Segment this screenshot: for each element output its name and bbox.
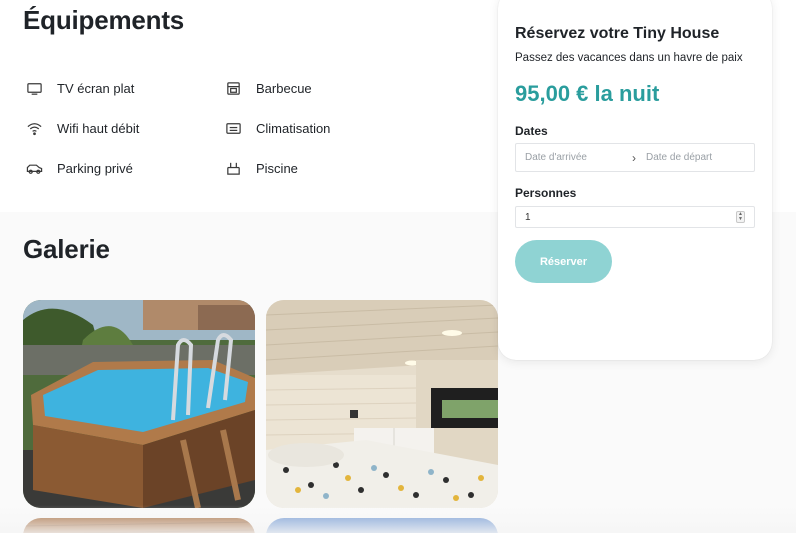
equipment-title: Équipements xyxy=(23,5,185,35)
pool-photo[interactable] xyxy=(23,300,255,508)
amenity-climatisation: Climatisation xyxy=(224,118,330,138)
amenity-piscine: Piscine xyxy=(224,158,298,178)
barbecue-icon xyxy=(224,79,242,97)
amenity-label: Barbecue xyxy=(256,80,312,96)
persons-input[interactable]: 1 ▲ ▼ xyxy=(515,206,755,228)
amenity-wifi: Wifi haut débit xyxy=(25,118,139,138)
amenity-parking: Parking privé xyxy=(25,158,133,178)
date-range-picker[interactable]: Date d'arrivée › Date de départ xyxy=(515,143,755,172)
booking-title: Réservez votre Tiny House xyxy=(515,25,720,42)
pool-icon xyxy=(224,159,242,177)
amenity-label: TV écran plat xyxy=(57,80,135,96)
stepper-icon[interactable]: ▲ ▼ xyxy=(736,211,745,223)
amenity-barbecue: Barbecue xyxy=(224,78,312,98)
chevron-right-icon: › xyxy=(632,150,636,165)
persons-label: Personnes xyxy=(515,186,577,200)
air-conditioning-icon xyxy=(224,119,242,137)
gallery-title: Galerie xyxy=(23,234,110,264)
persons-value: 1 xyxy=(525,211,531,223)
departure-date-input[interactable]: Date de départ xyxy=(644,152,712,163)
bottom-fade xyxy=(0,505,796,533)
booking-card: Réservez votre Tiny House Passez des vac… xyxy=(498,0,772,360)
dates-label: Dates xyxy=(515,124,548,138)
wifi-icon xyxy=(25,119,43,137)
amenity-label: Wifi haut débit xyxy=(57,120,140,136)
amenity-tv: TV écran plat xyxy=(25,78,134,98)
tv-icon xyxy=(25,79,43,97)
car-icon xyxy=(25,159,43,177)
booking-subtitle: Passez des vacances dans un havre de pai… xyxy=(515,52,743,64)
amenity-label: Piscine xyxy=(256,160,298,176)
reserve-button[interactable]: Réserver xyxy=(515,240,612,283)
arrival-date-input[interactable]: Date d'arrivée xyxy=(516,152,632,163)
booking-price: 95,00 € la nuit xyxy=(515,81,660,106)
bedroom-photo[interactable] xyxy=(266,300,498,508)
amenity-label: Climatisation xyxy=(256,120,331,136)
amenity-label: Parking privé xyxy=(57,160,133,176)
